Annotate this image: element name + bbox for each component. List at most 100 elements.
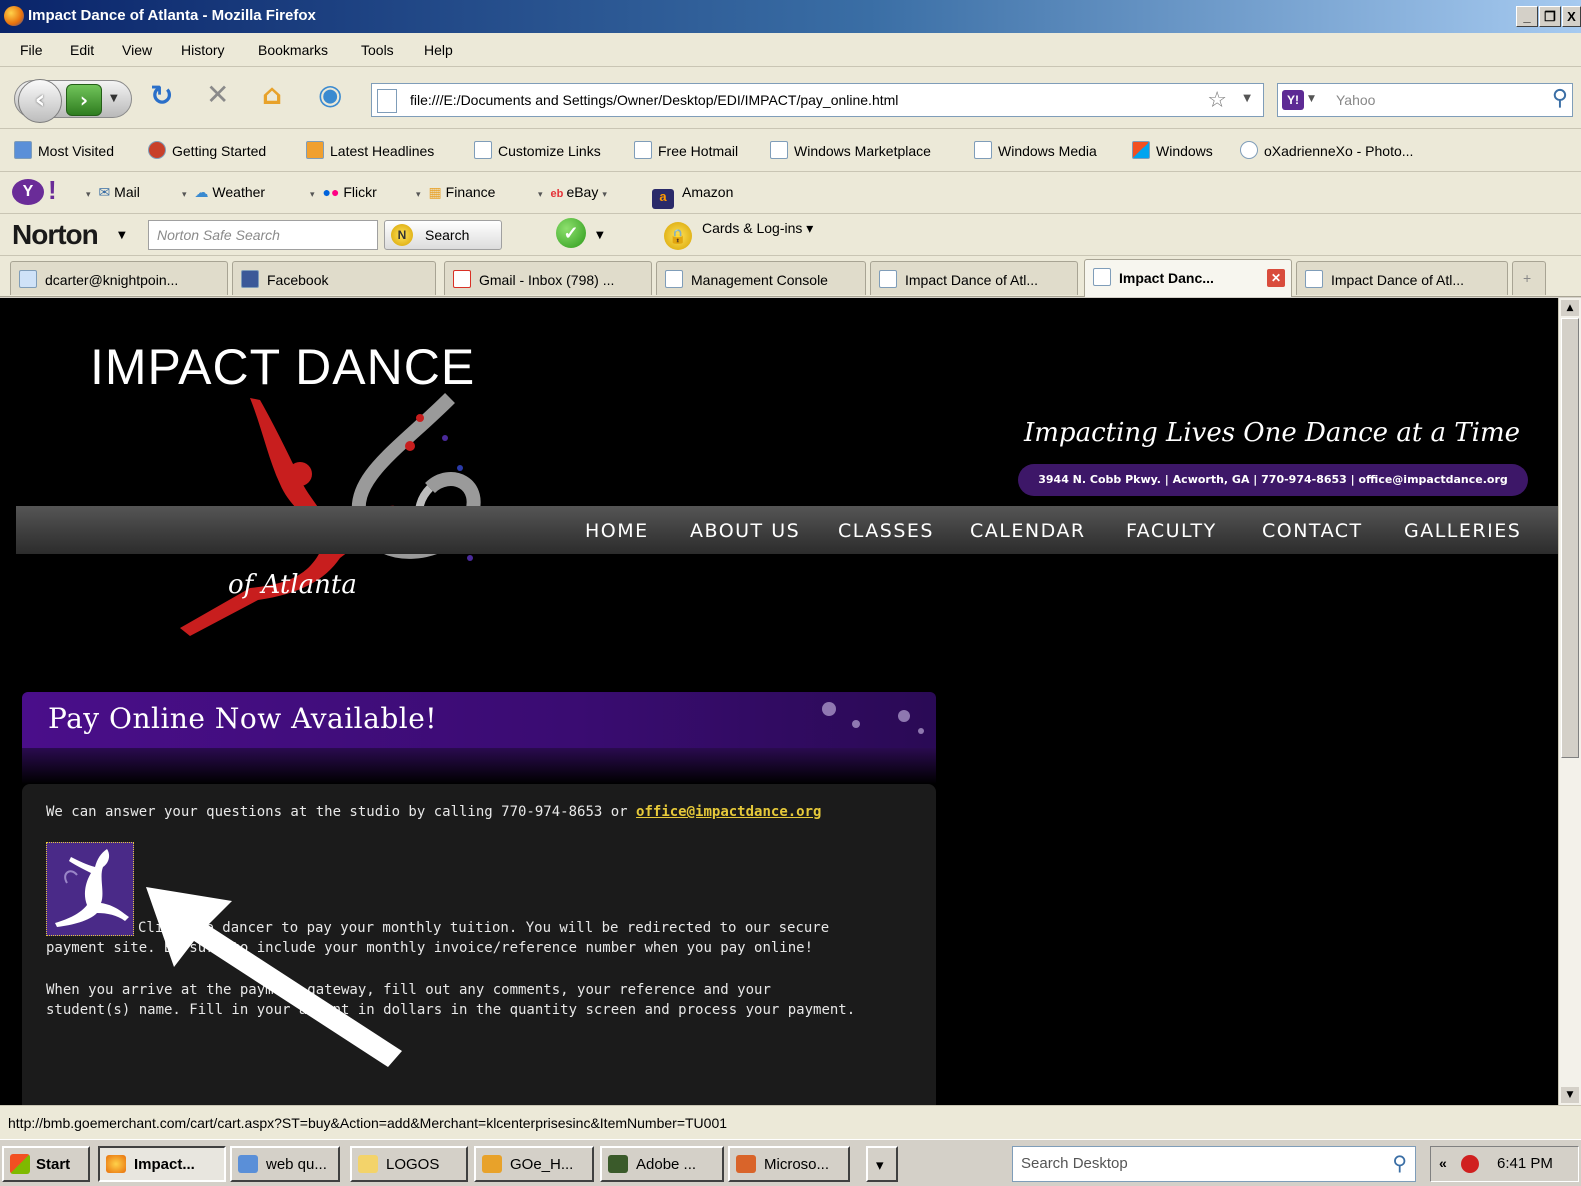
- scroll-thumb[interactable]: [1561, 318, 1579, 758]
- nav-calendar[interactable]: CALENDAR: [970, 520, 1086, 542]
- close-button[interactable]: X: [1562, 6, 1581, 27]
- engine-dropdown-icon[interactable]: ▼: [1308, 94, 1315, 104]
- bookmark-photo[interactable]: oXadrienneXo - Photo...: [1240, 141, 1413, 159]
- yahoo-toolbar: Y ! ▾ ✉ Mail ▾ ☁ Weather ▾ ●● Flickr ▾ ▦ Fin…: [0, 172, 1581, 214]
- menu-history[interactable]: History: [181, 42, 225, 58]
- search-box[interactable]: Y! ▼ Yahoo ⚲: [1277, 83, 1573, 117]
- address-url[interactable]: file:///E:/Documents and Settings/Owner/…: [410, 92, 898, 108]
- site-tagline: Impacting Lives One Dance at a Time: [1024, 418, 1521, 448]
- yahoo-bang-icon: !: [48, 175, 57, 205]
- nav-classes[interactable]: CLASSES: [838, 520, 934, 542]
- address-bar[interactable]: file:///E:/Documents and Settings/Owner/…: [371, 83, 1264, 117]
- system-tray: « 6:41 PM: [1430, 1146, 1579, 1182]
- reload-icon[interactable]: ↻: [150, 79, 173, 112]
- document-icon: [238, 1155, 258, 1173]
- norton-search-input[interactable]: Norton Safe Search: [148, 220, 378, 250]
- yahoo-amazon[interactable]: a Amazon: [652, 184, 733, 209]
- weather-globe-icon[interactable]: ◉: [318, 78, 342, 111]
- page-viewport[interactable]: IMPACT DANCE of Atlanta Impacting Lives …: [0, 298, 1558, 1105]
- restore-button[interactable]: ❐: [1539, 6, 1561, 27]
- yahoo-weather[interactable]: ▾ ☁ Weather: [182, 184, 265, 201]
- norton-dropdown-icon[interactable]: ▼: [118, 230, 126, 241]
- task-microsoft[interactable]: Microso...: [728, 1146, 850, 1182]
- tab-management-console[interactable]: Management Console: [656, 261, 866, 295]
- window-title: Impact Dance of Atlanta - Mozilla Firefo…: [28, 7, 316, 24]
- address-dropdown-icon[interactable]: ▼: [1243, 93, 1251, 104]
- history-dropdown-icon[interactable]: ▼: [110, 93, 118, 104]
- status-bar: http://bmb.goemerchant.com/cart/cart.asp…: [0, 1105, 1581, 1139]
- norton-search-button[interactable]: N Search: [384, 220, 502, 250]
- clock[interactable]: 6:41 PM: [1497, 1155, 1553, 1172]
- minimize-button[interactable]: _: [1516, 6, 1538, 27]
- pay-header-glow: [22, 748, 936, 784]
- taskbar-expand-button[interactable]: ▾: [866, 1146, 898, 1182]
- tab-gmail[interactable]: Gmail - Inbox (798) ...: [444, 261, 652, 295]
- menu-tools[interactable]: Tools: [361, 42, 394, 58]
- tray-expand-icon[interactable]: «: [1439, 1155, 1447, 1171]
- back-button[interactable]: ‹: [18, 79, 62, 123]
- yahoo-flickr[interactable]: ▾ ●● Flickr: [310, 184, 377, 200]
- vertical-scrollbar[interactable]: ▲ ▼: [1558, 298, 1581, 1105]
- desktop-search-input[interactable]: Search Desktop ⚲: [1012, 1146, 1416, 1182]
- lock-icon: 🔒: [664, 222, 692, 250]
- task-logos[interactable]: LOGOS: [350, 1146, 468, 1182]
- sparkle: [822, 702, 836, 716]
- tab-impact-1[interactable]: Impact Dance of Atl...: [870, 261, 1078, 295]
- menu-file[interactable]: File: [20, 42, 43, 58]
- forward-button[interactable]: ›: [66, 84, 102, 116]
- search-icon[interactable]: ⚲: [1392, 1151, 1407, 1176]
- stop-icon[interactable]: ✕: [206, 78, 229, 111]
- tab-facebook[interactable]: Facebook: [232, 261, 436, 295]
- bookmark-most-visited[interactable]: Most Visited: [14, 141, 114, 159]
- start-button[interactable]: Start: [2, 1146, 90, 1182]
- menu-bookmarks[interactable]: Bookmarks: [258, 42, 328, 58]
- norton-check-icon[interactable]: ✓: [556, 218, 586, 248]
- tray-app-icon[interactable]: [1461, 1155, 1479, 1173]
- email-link[interactable]: office@impactdance.org: [636, 804, 821, 820]
- norton-logo[interactable]: Norton: [12, 219, 99, 251]
- scroll-down-icon[interactable]: ▼: [1561, 1087, 1579, 1103]
- tab-impact-3[interactable]: Impact Dance of Atl...: [1296, 261, 1508, 295]
- bookmark-latest-headlines[interactable]: Latest Headlines: [306, 141, 434, 159]
- bookmark-star-icon[interactable]: ☆: [1207, 88, 1227, 113]
- new-tab-button[interactable]: +: [1512, 261, 1546, 295]
- search-icon[interactable]: ⚲: [1552, 86, 1568, 111]
- bookmark-customize-links[interactable]: Customize Links: [474, 141, 601, 159]
- window-titlebar[interactable]: Impact Dance of Atlanta - Mozilla Firefo…: [0, 0, 1581, 33]
- nav-about-us[interactable]: ABOUT US: [690, 520, 800, 542]
- task-goe[interactable]: GOe_H...: [474, 1146, 594, 1182]
- bookmark-windows[interactable]: Windows: [1132, 141, 1213, 159]
- pay-dancer-button[interactable]: [46, 842, 134, 936]
- menu-edit[interactable]: Edit: [70, 42, 94, 58]
- yahoo-mail[interactable]: ▾ ✉ Mail: [86, 184, 140, 201]
- menu-view[interactable]: View: [122, 42, 152, 58]
- nav-home[interactable]: HOME: [585, 520, 649, 542]
- tab-close-icon[interactable]: ✕: [1267, 269, 1285, 287]
- yahoo-logo-icon[interactable]: Y: [12, 179, 44, 205]
- task-adobe[interactable]: Adobe ...: [600, 1146, 724, 1182]
- bookmark-windows-marketplace[interactable]: Windows Marketplace: [770, 141, 931, 159]
- photo-icon: [1240, 141, 1258, 159]
- bookmark-getting-started[interactable]: Getting Started: [148, 141, 266, 159]
- windows-flag-icon: [10, 1154, 30, 1174]
- scroll-up-icon[interactable]: ▲: [1561, 300, 1579, 316]
- bookmark-free-hotmail[interactable]: Free Hotmail: [634, 141, 738, 159]
- pay-online-heading: Pay Online Now Available!: [48, 702, 438, 735]
- norton-cards-button[interactable]: 🔒 Cards & Log-ins ▾: [664, 220, 813, 250]
- tab-email[interactable]: dcarter@knightpoin...: [10, 261, 228, 295]
- yahoo-ebay[interactable]: ▾ eb eBay ▾: [538, 184, 615, 200]
- task-web[interactable]: web qu...: [230, 1146, 340, 1182]
- yahoo-engine-icon[interactable]: Y!: [1282, 90, 1304, 110]
- yahoo-finance[interactable]: ▾ ▦ Finance: [416, 184, 495, 201]
- bookmark-windows-media[interactable]: Windows Media: [974, 141, 1097, 159]
- firefox-icon: [4, 6, 24, 26]
- tab-impact-active[interactable]: Impact Danc... ✕: [1084, 259, 1292, 297]
- nav-galleries[interactable]: GALLERIES: [1404, 520, 1521, 542]
- nav-faculty[interactable]: FACULTY: [1126, 520, 1217, 542]
- home-icon[interactable]: ⌂: [262, 78, 282, 111]
- search-placeholder[interactable]: Yahoo: [1336, 92, 1375, 108]
- menu-help[interactable]: Help: [424, 42, 453, 58]
- nav-contact[interactable]: CONTACT: [1262, 520, 1363, 542]
- task-firefox[interactable]: Impact...: [98, 1146, 226, 1182]
- norton-check-dropdown-icon[interactable]: ▼: [596, 230, 604, 241]
